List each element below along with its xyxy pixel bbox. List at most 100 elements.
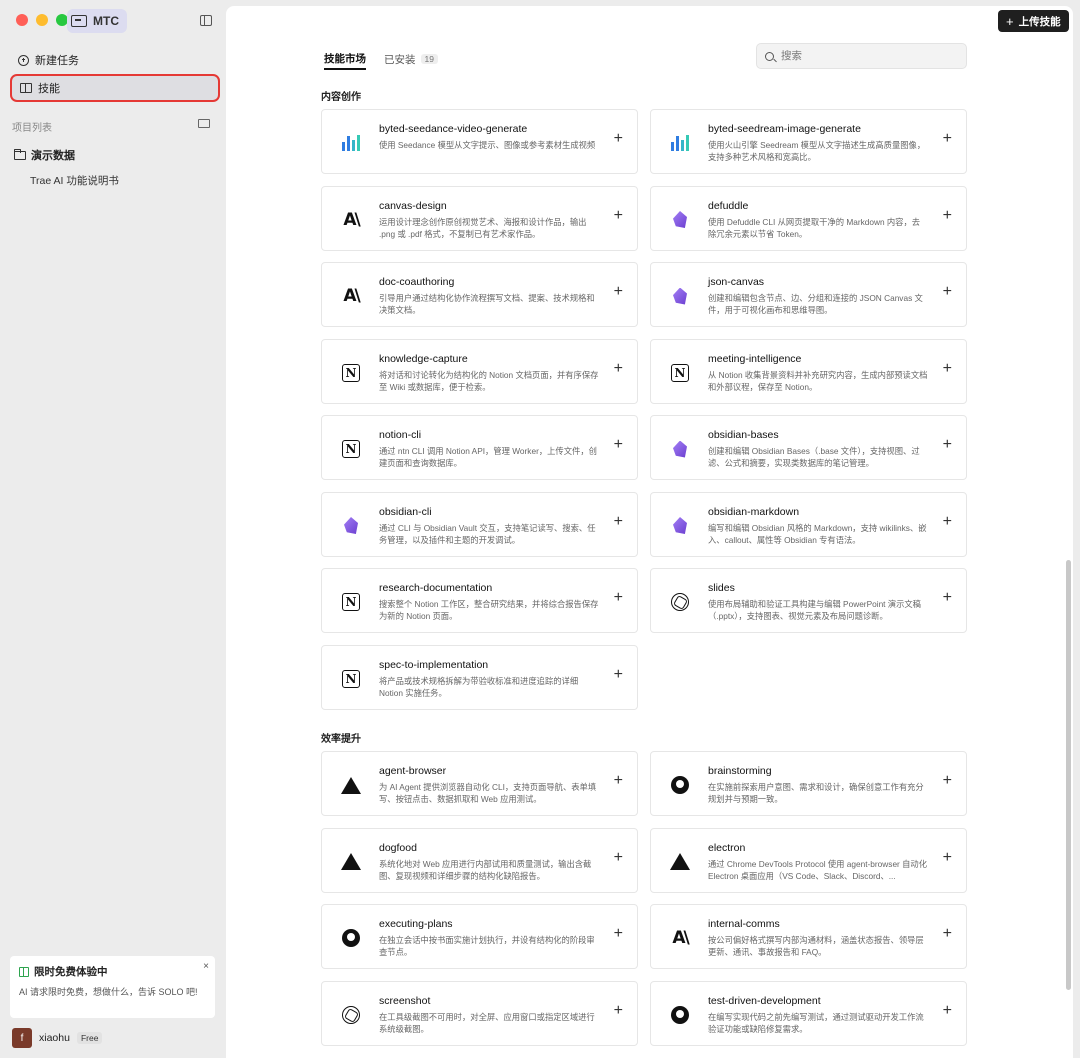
skill-card[interactable]: slides 使用布局辅助和验证工具构建与编辑 PowerPoint 演示文稿（.… xyxy=(650,568,967,633)
obsidian-icon xyxy=(669,438,691,460)
skill-card[interactable]: defuddle 使用 Defuddle CLI 从网页提取干净的 Markdow… xyxy=(650,185,967,251)
skill-name: test-driven-development xyxy=(708,994,821,1007)
skill-card[interactable]: Nresearch-documentation 搜索整个 Notion 工作区，整… xyxy=(321,568,638,633)
minimize-window-button[interactable] xyxy=(36,14,48,26)
skill-description: 使用火山引擎 Seedream 模型从文字描述生成高质量图像，支持多种艺术风格和… xyxy=(708,140,926,163)
skill-description: 编写和编辑 Obsidian 风格的 Markdown，支持 wikilinks… xyxy=(708,522,927,545)
skill-card[interactable]: executing-plans 在独立会话中按书面实施计划执行，并设有结构化的阶段… xyxy=(321,904,638,969)
add-skill-button[interactable]: + xyxy=(614,283,623,301)
add-skill-button[interactable]: + xyxy=(614,1002,623,1020)
skill-description: 使用 Defuddle CLI 从网页提取干净的 Markdown 内容，去除冗… xyxy=(708,216,921,239)
skill-card[interactable]: byted-seedance-video-generate 使用 Seedance… xyxy=(321,109,638,174)
skill-description: 通过 CLI 与 Obsidian Vault 交互，支持笔记读写、搜索、任务管… xyxy=(379,522,596,545)
scrollbar[interactable] xyxy=(1066,560,1071,990)
add-skill-button[interactable]: + xyxy=(943,513,952,531)
promo-card: 限时免费体验中 AI 请求限时免费，想做什么，告诉 SOLO 吧! × xyxy=(10,956,215,1018)
add-skill-button[interactable]: + xyxy=(943,360,952,378)
skill-card[interactable]: json-canvas 创建和编辑包含节点、边、分组和连接的 JSON Canva… xyxy=(650,262,967,327)
skill-card[interactable]: Nmeeting-intelligence 从 Notion 收集背景资料并补充研… xyxy=(650,338,967,404)
plan-badge: Free xyxy=(76,1032,103,1044)
skill-description: 为 AI Agent 提供浏览器自动化 CLI，支持页面导航、表单填写、按钮点击… xyxy=(379,782,597,805)
skill-card[interactable]: obsidian-bases 创建和编辑 Obsidian Bases（.base… xyxy=(650,415,967,480)
add-skill-button[interactable]: + xyxy=(943,436,952,454)
skill-description: 按公司偏好格式撰写内部沟通材料，涵盖状态报告、领导层更新、通讯、事故报告和 FA… xyxy=(708,935,924,958)
main-content: 技能市场 已安装 19 内容创作 byted-seedance-video-gen… xyxy=(226,6,1073,1058)
skill-card[interactable]: dogfood 系统化地对 Web 应用进行内部试用和质量测试，输出含截图、复现视… xyxy=(321,827,638,893)
add-folder-icon[interactable] xyxy=(198,119,210,128)
add-skill-button[interactable]: + xyxy=(614,849,623,867)
skill-card[interactable]: agent-browser 为 AI Agent 提供浏览器自动化 CLI，支持页… xyxy=(321,751,638,816)
close-icon[interactable]: × xyxy=(203,961,209,972)
add-skill-button[interactable]: + xyxy=(614,925,623,943)
skill-description: 使用 Seedance 模型从文字提示、图像或参考素材生成视频 xyxy=(379,140,596,150)
openai-icon xyxy=(669,591,691,613)
skill-card[interactable]: brainstorming 在实施前探索用户意图、需求和设计，确保创意工作有充分规… xyxy=(650,751,967,816)
skill-description: 系统化地对 Web 应用进行内部试用和质量测试，输出含截图、复现视频和详细步骤的… xyxy=(379,858,592,881)
add-skill-button[interactable]: + xyxy=(614,360,623,378)
search-icon xyxy=(765,51,774,61)
add-skill-button[interactable]: + xyxy=(614,589,623,607)
add-skill-button[interactable]: + xyxy=(943,849,952,867)
new-task-label: 新建任务 xyxy=(35,55,79,67)
skill-card[interactable]: Nspec-to-implementation 将产品或技术规格拆解为带验收标准和… xyxy=(321,644,638,710)
skill-description: 引导用户通过结构化协作流程撰写文档、提案、技术规格和决策文档。 xyxy=(379,293,595,316)
sidebar-toggle-icon[interactable] xyxy=(200,15,212,26)
vercel-icon xyxy=(340,851,362,873)
skill-description: 搜索整个 Notion 工作区，整合研究结果，并将综合报告保存为新的 Notio… xyxy=(379,599,599,622)
vercel-icon xyxy=(340,774,362,796)
skill-name: slides xyxy=(708,582,735,594)
obsidian-icon xyxy=(669,285,691,307)
skill-card[interactable]: byted-seedream-image-generate 使用火山引擎 Seed… xyxy=(650,109,967,174)
add-skill-button[interactable]: + xyxy=(943,925,952,943)
skill-card[interactable]: obsidian-markdown 编写和编辑 Obsidian 风格的 Mark… xyxy=(650,491,967,557)
vercel-icon xyxy=(669,851,691,873)
tab-installed[interactable]: 已安装 19 xyxy=(384,48,438,70)
add-skill-button[interactable]: + xyxy=(943,130,952,148)
add-skill-button[interactable]: + xyxy=(614,513,623,531)
add-skill-button[interactable]: + xyxy=(614,207,623,225)
tab-skill-market[interactable]: 技能市场 xyxy=(324,48,366,70)
skill-name: byted-seedream-image-generate xyxy=(708,123,861,135)
add-skill-button[interactable]: + xyxy=(614,130,623,148)
folder-icon xyxy=(14,148,26,160)
close-window-button[interactable] xyxy=(16,14,28,26)
add-skill-button[interactable]: + xyxy=(614,666,623,684)
skill-card[interactable]: obsidian-cli 通过 CLI 与 Obsidian Vault 交互，支… xyxy=(321,491,638,557)
sidebar: MTC 新建任务 技能 项目列表 演示数据 Trae AI 功能说明书 限时免费… xyxy=(0,0,226,1058)
skill-card[interactable]: A\ internal-comms 按公司偏好格式撰写内部沟通材料，涵盖状态报告、领… xyxy=(650,904,967,969)
add-skill-button[interactable]: + xyxy=(943,207,952,225)
project-file-item[interactable]: Trae AI 功能说明书 xyxy=(30,173,119,188)
add-skill-button[interactable]: + xyxy=(943,772,952,790)
new-task-button[interactable]: 新建任务 xyxy=(10,46,220,74)
skill-card[interactable]: Nknowledge-capture 将对话和讨论转化为结构化的 Notion 文… xyxy=(321,338,638,404)
upload-skill-button[interactable]: + 上传技能 xyxy=(998,10,1069,32)
promo-title-text: 限时免费体验中 xyxy=(34,966,108,978)
skill-card[interactable]: test-driven-development 在编写实现代码之前先编写测试，通过… xyxy=(650,980,967,1046)
search-input[interactable] xyxy=(781,50,951,62)
app-switcher[interactable]: MTC xyxy=(67,9,127,33)
search-box[interactable] xyxy=(756,43,967,69)
skill-card[interactable]: electron 通过 Chrome DevTools Protocol 使用 a… xyxy=(650,827,967,893)
user-profile[interactable]: f xiaohu Free xyxy=(12,1028,103,1048)
add-skill-button[interactable]: + xyxy=(614,436,623,454)
skill-card[interactable]: screenshot 在工具级截图不可用时，对全屏、应用窗口或指定区域进行系统级截… xyxy=(321,980,638,1046)
sidebar-item-skills[interactable]: 技能 xyxy=(10,74,220,102)
skill-name: canvas-design xyxy=(379,199,447,212)
add-skill-button[interactable]: + xyxy=(943,283,952,301)
skill-card[interactable]: Nnotion-cli 通过 ntn CLI 调用 Notion API，管理 W… xyxy=(321,415,638,480)
skill-description: 在编写实现代码之前先编写测试，通过测试驱动开发工作流验证功能或缺陷修复需求。 xyxy=(708,1011,924,1034)
skill-card[interactable]: A\ doc-coauthoring 引导用户通过结构化协作流程撰写文档、提案、技术… xyxy=(321,262,638,327)
promo-title: 限时免费体验中 xyxy=(19,964,206,979)
notion-icon: N xyxy=(340,591,362,613)
notion-icon: N xyxy=(340,362,362,384)
add-skill-button[interactable]: + xyxy=(943,589,952,607)
skill-name: electron xyxy=(708,841,746,854)
skill-card[interactable]: A\ canvas-design 运用设计理念创作原创视觉艺术、海报和设计作品，输出… xyxy=(321,185,638,251)
project-item[interactable]: 演示数据 xyxy=(14,147,75,163)
skill-name: research-documentation xyxy=(379,582,493,594)
skill-name: dogfood xyxy=(379,841,417,854)
category-heading: 效率提升 xyxy=(321,734,361,745)
add-skill-button[interactable]: + xyxy=(614,772,623,790)
add-skill-button[interactable]: + xyxy=(943,1002,952,1020)
github-icon xyxy=(340,927,362,949)
